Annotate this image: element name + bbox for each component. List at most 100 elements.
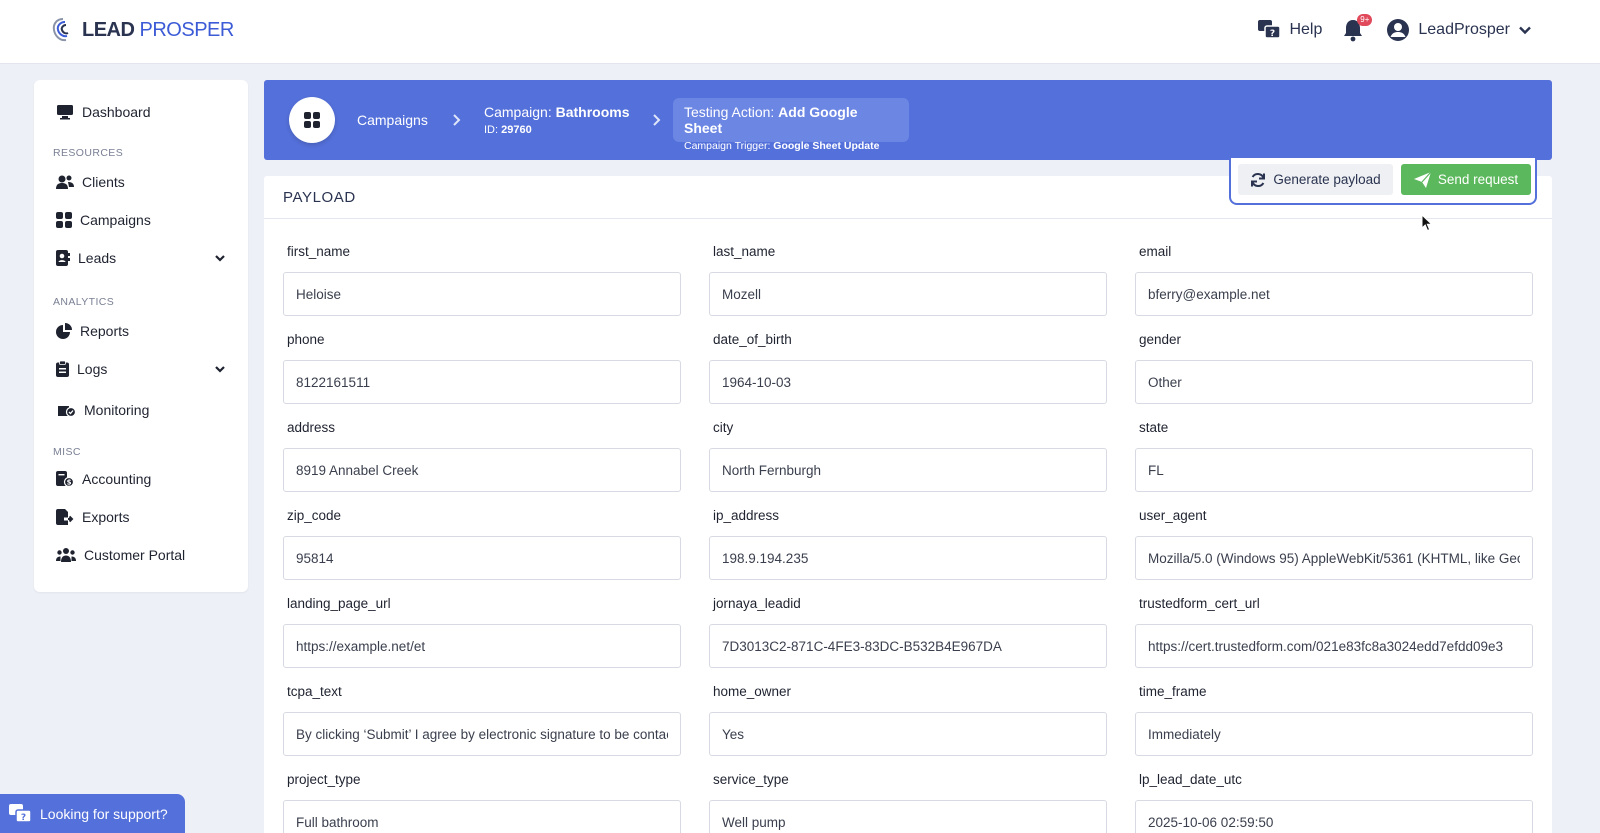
help-chat-icon: ? xyxy=(1258,20,1282,39)
last-name-input[interactable] xyxy=(709,272,1107,316)
sidebar-label: Monitoring xyxy=(84,402,150,418)
field-label: user_agent xyxy=(1139,508,1207,523)
breadcrumb-campaigns-link[interactable]: Campaigns xyxy=(357,112,428,128)
sidebar-item-accounting[interactable]: $ Accounting xyxy=(56,471,226,487)
support-chat-icon: ? xyxy=(9,803,32,823)
help-label: Help xyxy=(1289,21,1323,38)
sidebar-label: Clients xyxy=(82,174,125,190)
field-date-of-birth: date_of_birth xyxy=(709,332,1107,404)
breadcrumb: Campaigns Campaign: Bathrooms ID: 29760 … xyxy=(264,80,1552,160)
field-label: gender xyxy=(1139,332,1182,347)
trustedform-cert-url-input[interactable] xyxy=(1135,624,1533,668)
field-address: address xyxy=(283,420,681,492)
sidebar-label: Leads xyxy=(78,250,117,266)
breadcrumb-campaign-link[interactable]: Campaign: Bathrooms ID: 29760 xyxy=(484,104,630,136)
sidebar-item-logs[interactable]: Logs xyxy=(56,361,226,377)
sidebar: Dashboard RESOURCES Clients Campaigns Le… xyxy=(34,80,248,592)
chevron-down-icon xyxy=(215,255,225,262)
payload-title: PAYLOAD xyxy=(283,189,356,206)
user-avatar-icon xyxy=(1387,19,1410,41)
gender-input[interactable] xyxy=(1135,360,1533,404)
field-email: email xyxy=(1135,244,1533,316)
lp-lead-date-utc-input[interactable] xyxy=(1135,800,1533,833)
field-label: last_name xyxy=(713,244,776,259)
field-label: project_type xyxy=(287,772,361,787)
section-analytics: ANALYTICS xyxy=(53,296,115,308)
zip-code-input[interactable] xyxy=(283,536,681,580)
field-city: city xyxy=(709,420,1107,492)
project-type-input[interactable] xyxy=(283,800,681,833)
logo-lead: LEAD xyxy=(82,18,135,41)
campaign-id-prefix: ID: xyxy=(484,124,499,136)
sidebar-item-dashboard[interactable]: Dashboard xyxy=(56,104,226,120)
grid-icon xyxy=(304,112,320,128)
field-user-agent: user_agent xyxy=(1135,508,1533,580)
state-input[interactable] xyxy=(1135,448,1533,492)
send-request-button[interactable]: Send request xyxy=(1401,164,1531,195)
chevron-right-icon xyxy=(653,114,661,126)
tcpa-text-input[interactable] xyxy=(283,712,681,756)
clipboard-icon xyxy=(56,361,69,377)
field-time-frame: time_frame xyxy=(1135,684,1533,756)
city-input[interactable] xyxy=(709,448,1107,492)
date-of-birth-input[interactable] xyxy=(709,360,1107,404)
sidebar-item-exports[interactable]: Exports xyxy=(56,509,226,525)
field-first-name: first_name xyxy=(283,244,681,316)
chevron-down-icon xyxy=(1519,26,1531,35)
field-label: tcpa_text xyxy=(287,684,342,699)
monitoring-icon xyxy=(58,406,76,418)
sidebar-item-customer-portal[interactable]: Customer Portal xyxy=(56,547,226,563)
jornaya-leadid-input[interactable] xyxy=(709,624,1107,668)
refresh-icon xyxy=(1251,172,1266,187)
field-label: date_of_birth xyxy=(713,332,792,347)
user-agent-input[interactable] xyxy=(1135,536,1533,580)
sidebar-label: Reports xyxy=(80,323,130,339)
field-label: city xyxy=(713,420,734,435)
breadcrumb-home-button[interactable] xyxy=(289,97,335,143)
generate-payload-label: Generate payload xyxy=(1273,172,1381,187)
home-owner-input[interactable] xyxy=(709,712,1107,756)
send-request-label: Send request xyxy=(1437,172,1519,187)
campaign-name: Bathrooms xyxy=(555,104,630,120)
field-label: state xyxy=(1139,420,1169,435)
notifications-button[interactable]: 9+ xyxy=(1342,14,1373,42)
field-landing-page-url: landing_page_url xyxy=(283,596,681,668)
support-chat-button[interactable]: ? Looking for support? xyxy=(0,794,185,833)
user-menu[interactable]: LeadProsper xyxy=(1386,18,1532,42)
monitor-icon xyxy=(57,105,73,120)
users-icon xyxy=(56,175,74,189)
first-name-input[interactable] xyxy=(283,272,681,316)
field-trustedform-cert-url: trustedform_cert_url xyxy=(1135,596,1533,668)
field-label: email xyxy=(1139,244,1172,259)
sidebar-item-clients[interactable]: Clients xyxy=(56,174,226,190)
field-project-type: project_type xyxy=(283,772,681,833)
sidebar-item-monitoring[interactable]: Monitoring xyxy=(56,402,226,418)
help-button[interactable]: ? Help xyxy=(1257,19,1322,41)
grid-icon xyxy=(56,212,72,228)
landing-page-url-input[interactable] xyxy=(283,624,681,668)
generate-payload-button[interactable]: Generate payload xyxy=(1238,164,1393,195)
sidebar-item-reports[interactable]: Reports xyxy=(56,323,226,339)
field-label: zip_code xyxy=(287,508,342,523)
service-type-input[interactable] xyxy=(709,800,1107,833)
field-label: time_frame xyxy=(1139,684,1207,699)
phone-input[interactable] xyxy=(283,360,681,404)
address-input[interactable] xyxy=(283,448,681,492)
ip-address-input[interactable] xyxy=(709,536,1107,580)
section-resources: RESOURCES xyxy=(53,147,124,159)
top-bar: LEAD PROSPER ? Help 9+ LeadProsper xyxy=(0,0,1600,64)
chevron-down-icon xyxy=(215,366,225,373)
field-zip-code: zip_code xyxy=(283,508,681,580)
payload-panel: PAYLOAD first_name last_name email phone… xyxy=(264,176,1552,833)
email-input[interactable] xyxy=(1135,272,1533,316)
svg-text:?: ? xyxy=(21,813,26,823)
time-frame-input[interactable] xyxy=(1135,712,1533,756)
mouse-cursor-icon xyxy=(1421,214,1433,232)
lead-prosper-logo[interactable]: LEAD PROSPER xyxy=(50,16,234,44)
sidebar-label: Logs xyxy=(77,361,108,377)
sidebar-item-campaigns[interactable]: Campaigns xyxy=(56,212,226,228)
sidebar-item-leads[interactable]: Leads xyxy=(56,250,226,266)
logo-prosper: PROSPER xyxy=(139,18,235,41)
chevron-right-icon xyxy=(453,114,461,126)
people-group-icon xyxy=(56,548,76,562)
